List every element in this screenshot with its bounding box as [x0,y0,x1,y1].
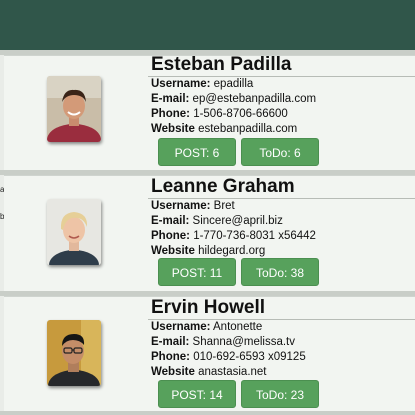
user-avatar[interactable] [47,199,101,265]
posts-button[interactable]: POST: 6 [158,138,236,166]
phone-row: Phone: 010-692-6593 x09125 [151,350,306,365]
website-link[interactable]: estebanpadilla.com [198,123,297,135]
phone-value: 1-770-736-8031 x56442 [193,230,316,242]
todos-button[interactable]: ToDo: 23 [241,380,319,408]
todos-button[interactable]: ToDo: 6 [241,138,319,166]
email-value: ep@estebanpadilla.com [192,93,317,105]
todos-button[interactable]: ToDo: 38 [241,258,319,286]
user-avatar[interactable] [47,320,101,386]
website-link[interactable]: anastasia.net [198,366,266,378]
username-value: epadilla [213,78,254,90]
website-label: Website [151,123,195,135]
email-row: E-mail: ep@estebanpadilla.com [151,92,316,107]
user-avatar[interactable] [47,76,101,142]
username-value: Bret [213,200,235,212]
email-label: E-mail: [151,93,190,105]
username-label: Username: [151,78,211,90]
top-header-bar [0,0,415,50]
website-label: Website [151,245,195,257]
edge-fragment: a [0,185,5,194]
avatar-photo-icon [47,76,101,142]
website-row: Website hildegard.org [151,244,265,259]
user-name: Leanne Graham [151,176,295,197]
posts-button[interactable]: POST: 11 [158,258,236,286]
card-separator [0,411,415,415]
phone-value: 1-506-8706-66600 [193,108,288,120]
posts-button[interactable]: POST: 14 [158,380,236,408]
username-row: Username: epadilla [151,77,253,92]
avatar-photo-icon [47,320,101,386]
email-value: Shanna@melissa.tv [192,336,295,348]
email-label: E-mail: [151,336,190,348]
user-list-page: a b Esteban Padilla Username: epadilla E… [0,0,415,415]
phone-row: Phone: 1-506-8706-66600 [151,107,288,122]
website-row: Website anastasia.net [151,365,267,380]
phone-value: 010-692-6593 x09125 [193,351,306,363]
email-label: E-mail: [151,215,190,227]
username-row: Username: Antonette [151,320,262,335]
user-name: Esteban Padilla [151,54,292,75]
edge-fragment: b [0,212,5,221]
user-name: Ervin Howell [151,297,266,318]
username-row: Username: Bret [151,199,235,214]
username-value: Antonette [213,321,263,333]
email-row: E-mail: Sincere@april.biz [151,214,283,229]
website-link[interactable]: hildegard.org [198,245,265,257]
website-row: Website estebanpadilla.com [151,122,297,137]
email-value: Sincere@april.biz [192,215,283,227]
phone-label: Phone: [151,230,190,242]
avatar-photo-icon [47,199,101,265]
phone-label: Phone: [151,108,190,120]
username-label: Username: [151,200,211,212]
website-label: Website [151,366,195,378]
email-row: E-mail: Shanna@melissa.tv [151,335,295,350]
phone-row: Phone: 1-770-736-8031 x56442 [151,229,316,244]
username-label: Username: [151,321,211,333]
phone-label: Phone: [151,351,190,363]
